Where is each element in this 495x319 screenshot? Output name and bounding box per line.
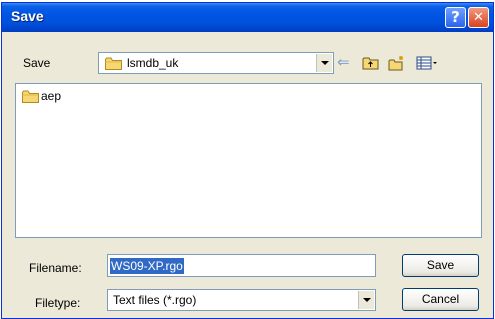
back-arrow-icon[interactable]: ⇐ [337, 55, 355, 71]
help-button[interactable]: ? [445, 7, 466, 28]
list-item-label: aep [41, 89, 62, 103]
location-dropdown[interactable]: lsmdb_uk [98, 52, 334, 74]
cancel-button[interactable]: Cancel [402, 288, 479, 311]
filename-label: Filename: [29, 261, 82, 275]
folder-icon [105, 57, 122, 70]
dialog-title: Save [11, 8, 44, 24]
save-button[interactable]: Save [402, 254, 479, 277]
views-menu-icon[interactable] [416, 55, 438, 71]
filetype-label: Filetype: [35, 296, 81, 310]
close-button[interactable]: ✕ [468, 7, 489, 28]
new-folder-icon[interactable] [388, 55, 406, 71]
filename-value: WS09-XP.rgo [110, 258, 184, 274]
save-dialog: Save ? ✕ Save lsmdb_uk ⇐ aep Filename: W… [1, 2, 494, 319]
chevron-down-icon[interactable] [358, 291, 374, 309]
file-list[interactable]: aep [15, 83, 482, 238]
up-one-level-icon[interactable] [362, 55, 380, 71]
save-in-label: Save [23, 56, 51, 70]
filetype-value: Text files (*.rgo) [113, 293, 197, 307]
filetype-dropdown[interactable]: Text files (*.rgo) [107, 289, 376, 311]
current-folder-text: lsmdb_uk [127, 56, 179, 70]
filename-field[interactable]: WS09-XP.rgo [107, 254, 376, 277]
folder-icon [22, 90, 39, 103]
title-bar[interactable]: Save ? ✕ [2, 3, 493, 32]
chevron-down-icon[interactable] [316, 54, 332, 72]
